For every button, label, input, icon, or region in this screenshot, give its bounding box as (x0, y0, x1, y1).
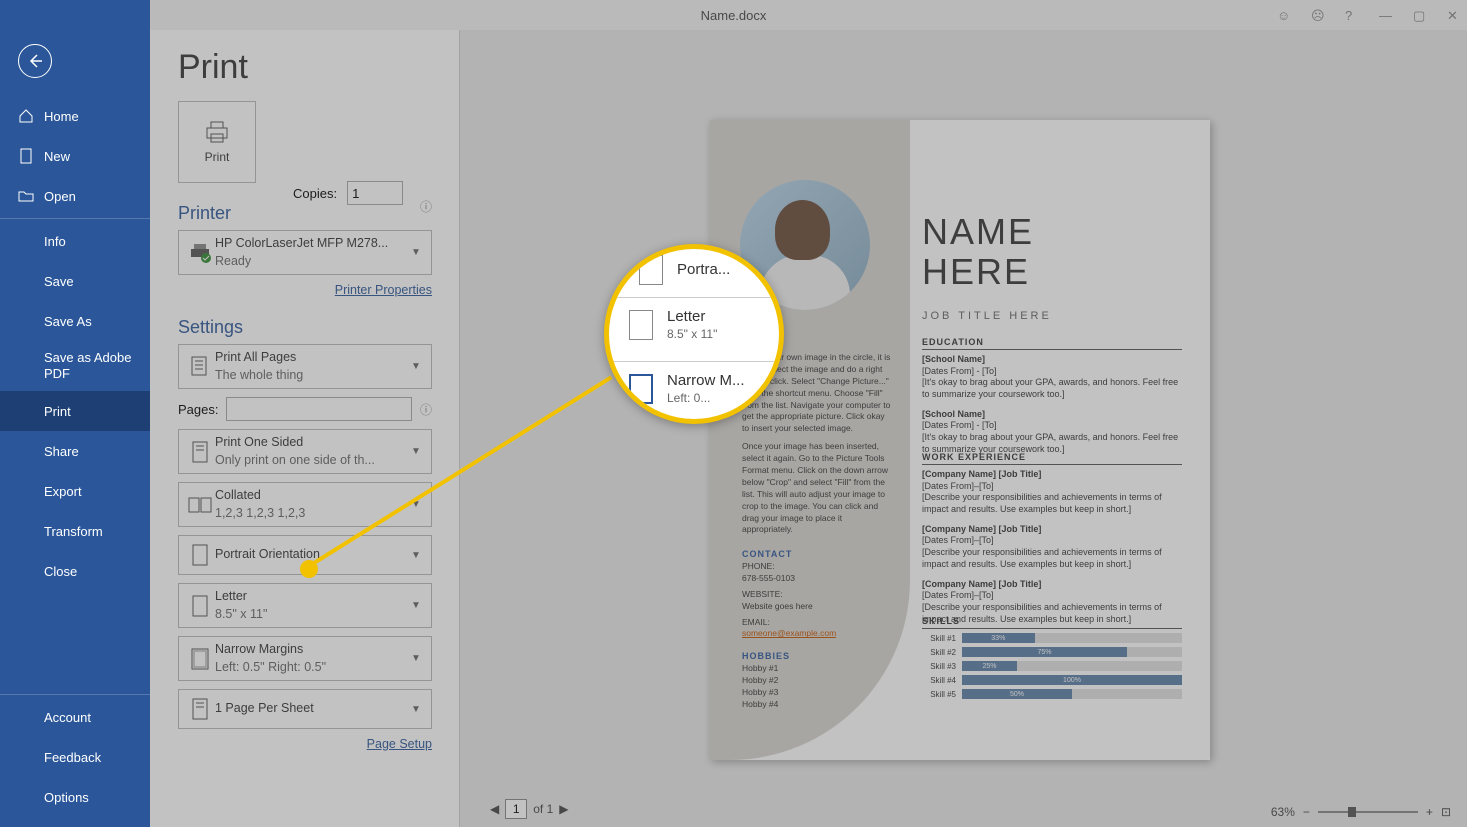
paper-size-selector[interactable]: Letter8.5" x 11" ▼ (178, 583, 432, 628)
resume-job-title: JOB TITLE HERE (922, 310, 1052, 322)
sheet-icon (191, 698, 209, 720)
pages-icon (190, 355, 210, 379)
sides-selector[interactable]: Print One SidedOnly print on one side of… (178, 429, 432, 474)
nav-new[interactable]: New (0, 136, 150, 176)
printer-heading: Printer (178, 203, 231, 224)
margins-icon (191, 648, 209, 670)
home-icon (18, 108, 34, 124)
zoom-slider[interactable] (1318, 811, 1418, 813)
face-smile-icon[interactable]: ☺ (1277, 8, 1291, 22)
page-setup-link[interactable]: Page Setup (178, 737, 432, 751)
nav-info[interactable]: Info (0, 221, 150, 261)
print-range-selector[interactable]: Print All PagesThe whole thing ▼ (178, 344, 432, 389)
printer-icon (203, 120, 231, 144)
nav-options[interactable]: Options (0, 777, 150, 817)
page-icon (18, 148, 34, 164)
nav-open[interactable]: Open (0, 176, 150, 216)
nav-close[interactable]: Close (0, 551, 150, 591)
info-icon[interactable]: ⓘ (420, 401, 432, 418)
pages-label: Pages: (178, 402, 218, 417)
orientation-selector[interactable]: Portrait Orientation ▼ (178, 535, 432, 575)
nav-feedback[interactable]: Feedback (0, 737, 150, 777)
print-button[interactable]: Print (178, 101, 256, 183)
folder-icon (18, 188, 34, 204)
printer-properties-link[interactable]: Printer Properties (178, 283, 432, 297)
current-page-input[interactable] (505, 799, 527, 819)
close-icon[interactable]: ✕ (1447, 8, 1461, 22)
collated-icon (188, 495, 212, 515)
copies-input[interactable] (347, 181, 403, 205)
document-title: Name.docx (701, 8, 767, 23)
info-icon[interactable]: ⓘ (420, 198, 432, 215)
zoom-in-button[interactable]: + (1426, 805, 1433, 819)
portrait-icon (191, 544, 209, 566)
face-frown-icon[interactable]: ☹ (1311, 8, 1325, 22)
arrow-left-icon (27, 53, 43, 69)
help-icon[interactable]: ? (1345, 8, 1359, 22)
print-preview: NAME HERE JOB TITLE HERE To put your own… (460, 30, 1467, 827)
back-button[interactable] (18, 44, 52, 78)
one-sided-icon (190, 440, 210, 464)
nav-transform[interactable]: Transform (0, 511, 150, 551)
settings-heading: Settings (178, 317, 432, 338)
printer-ready-icon (189, 243, 211, 263)
zoom-bar: 63% − + ⊡ (1271, 805, 1451, 819)
nav-save[interactable]: Save (0, 261, 150, 301)
letter-icon (191, 595, 209, 617)
zoom-out-button[interactable]: − (1303, 805, 1310, 819)
page-of-label: of 1 (533, 802, 553, 816)
nav-export[interactable]: Export (0, 471, 150, 511)
copies-label: Copies: (293, 186, 337, 201)
page-navigator: ◀ of 1 ▶ (490, 799, 568, 819)
nav-saveas[interactable]: Save As (0, 301, 150, 341)
pages-per-sheet-selector[interactable]: 1 Page Per Sheet ▼ (178, 689, 432, 729)
title-bar: Name.docx ☺ ☹ ? — ▢ ✕ (0, 0, 1467, 30)
nav-adobe[interactable]: Save as Adobe PDF (0, 341, 150, 391)
margins-selector[interactable]: Narrow MarginsLeft: 0.5" Right: 0.5" ▼ (178, 636, 432, 681)
magnifier-callout: Portra... Letter8.5" x 11" Narrow M...Le… (604, 244, 784, 424)
preview-page: NAME HERE JOB TITLE HERE To put your own… (710, 120, 1210, 760)
nav-share[interactable]: Share (0, 431, 150, 471)
maximize-icon[interactable]: ▢ (1413, 8, 1427, 22)
nav-home[interactable]: Home (0, 96, 150, 136)
pages-input[interactable] (226, 397, 412, 421)
printer-selector[interactable]: HP ColorLaserJet MFP M278...Ready ▼ (178, 230, 432, 275)
next-page-button[interactable]: ▶ (559, 802, 568, 816)
fit-page-button[interactable]: ⊡ (1441, 805, 1451, 819)
print-panel: Print Print Copies: Printer ⓘ HP ColorLa… (150, 30, 460, 827)
backstage-nav: Home New Open Info Save Save As Save as … (0, 0, 150, 827)
prev-page-button[interactable]: ◀ (490, 802, 499, 816)
nav-print[interactable]: Print (0, 391, 150, 431)
page-heading: Print (178, 48, 432, 87)
zoom-percent: 63% (1271, 805, 1295, 819)
nav-account[interactable]: Account (0, 697, 150, 737)
chevron-down-icon: ▼ (411, 247, 425, 258)
minimize-icon[interactable]: — (1379, 8, 1393, 22)
resume-name: NAME HERE (922, 212, 1034, 291)
collate-selector[interactable]: Collated1,2,3 1,2,3 1,2,3 ▼ (178, 482, 432, 527)
